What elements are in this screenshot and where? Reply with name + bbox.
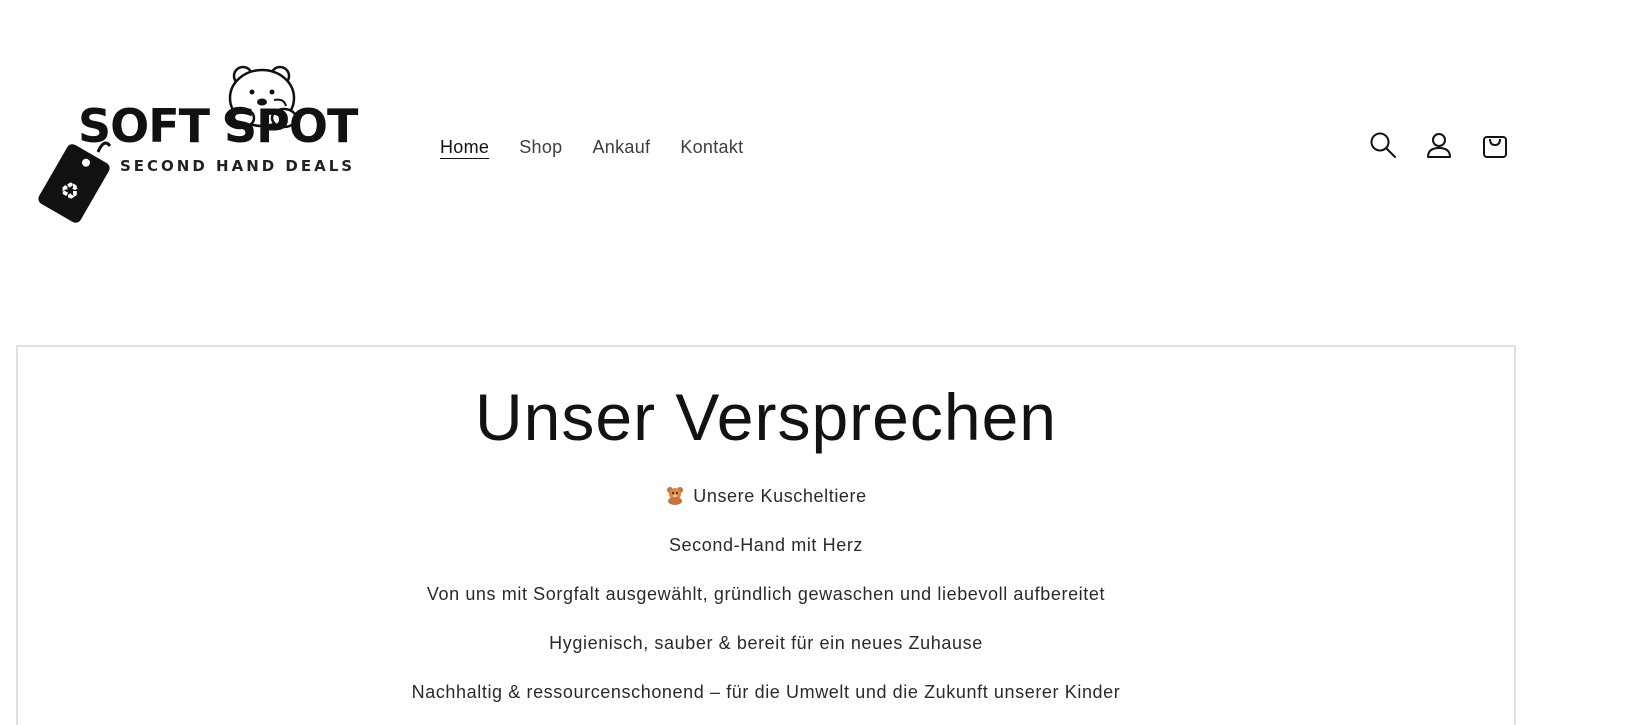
logo-tagline: SECOND HAND DEALS [120, 157, 356, 175]
promise-line: Second-Hand mit Herz [668, 535, 864, 555]
promise-line: Von uns mit Sorgfalt ausgewählt, gründli… [426, 584, 1106, 604]
cart-icon [1483, 136, 1507, 158]
account-icon [1427, 133, 1451, 158]
search-icon [1370, 132, 1396, 158]
promise-line: Unsere Kuscheltiere [18, 483, 1514, 509]
logo-brand: SOFT SPOT [78, 99, 358, 153]
main-nav: Home Shop Ankauf Kontakt [440, 133, 743, 161]
promise-section: Unser Versprechen Unsere Kuscheltiere Se… [16, 345, 1516, 725]
account-button[interactable] [1422, 128, 1456, 162]
nav-item-home[interactable]: Home [440, 133, 489, 161]
teddy-bear-icon [667, 487, 684, 505]
nav-item-ankauf[interactable]: Ankauf [592, 133, 650, 161]
logo[interactable]: ♻ SOFT SPOT SECOND HAND DEALS [16, 0, 390, 334]
nav-item-kontakt[interactable]: Kontakt [680, 133, 743, 161]
promise-title: Unser Versprechen [475, 380, 1057, 454]
nav-item-shop[interactable]: Shop [519, 133, 562, 161]
header-icons [1366, 128, 1512, 162]
promise-line: Hygienisch, sauber & bereit für ein neue… [549, 633, 983, 653]
promise-line: Nachhaltig & ressourcenschonend – für di… [411, 682, 1121, 702]
search-button[interactable] [1366, 128, 1400, 162]
promise-line-text: Unsere Kuscheltiere [693, 486, 867, 506]
site-header: ♻ SOFT SPOT SECOND HAND DEALS Home Shop … [0, 0, 1626, 340]
cart-button[interactable] [1478, 128, 1512, 162]
